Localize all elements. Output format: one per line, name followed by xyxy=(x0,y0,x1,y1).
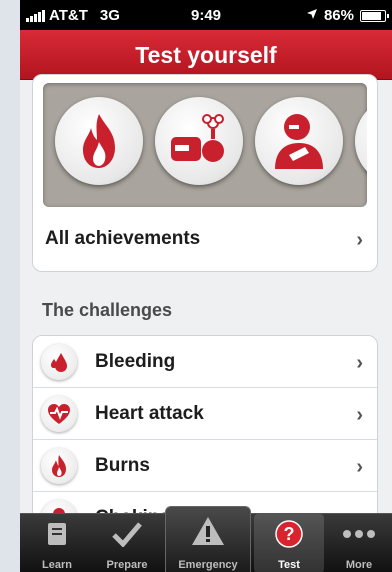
location-arrow-icon xyxy=(306,7,318,24)
challenge-label: Burns xyxy=(95,454,150,476)
challenge-label: Bleeding xyxy=(95,350,176,372)
nav-bar: Test yourself xyxy=(20,30,392,80)
tab-label: Learn xyxy=(42,559,72,571)
achievements-card: All achievements › xyxy=(32,74,378,272)
challenge-row-heart-attack[interactable]: Heart attack › xyxy=(33,388,377,440)
chevron-right-icon: › xyxy=(356,404,363,426)
chevron-right-icon: › xyxy=(356,229,363,251)
all-achievements-row[interactable]: All achievements › xyxy=(33,213,377,265)
tab-emergency[interactable]: Emergency xyxy=(165,506,251,572)
battery-icon xyxy=(360,9,389,22)
tab-bar: Learn Prepare Emergency ? Test More xyxy=(20,506,392,572)
fire-badge-icon[interactable] xyxy=(55,97,143,185)
challenge-row-bleeding[interactable]: Bleeding › xyxy=(33,336,377,388)
tab-label: Prepare xyxy=(106,559,148,571)
svg-text:?: ? xyxy=(284,524,295,544)
blood-drop-icon xyxy=(41,344,77,380)
all-achievements-label: All achievements xyxy=(45,228,201,249)
challenges-list: Bleeding › Heart attack › Burns › xyxy=(32,335,378,525)
gas-bottle-badge-icon[interactable] xyxy=(155,97,243,185)
phone-screen: AT&T 3G 9:49 86% Test yourself All achie… xyxy=(20,0,392,572)
tab-prepare[interactable]: Prepare xyxy=(92,514,162,572)
check-icon xyxy=(92,514,162,554)
warning-icon xyxy=(166,507,250,555)
status-right: 86% xyxy=(306,7,389,24)
partial-badge-icon[interactable] xyxy=(355,97,367,185)
content-area[interactable]: All achievements › The challenges Bleedi… xyxy=(20,74,392,525)
choking-badge-icon[interactable] xyxy=(255,97,343,185)
book-icon xyxy=(22,514,92,554)
tab-label: Test xyxy=(278,559,300,571)
flame-icon xyxy=(41,448,77,484)
page-title: Test yourself xyxy=(135,42,277,68)
tab-test[interactable]: ? Test xyxy=(254,514,324,572)
chevron-right-icon: › xyxy=(356,352,363,374)
tab-learn[interactable]: Learn xyxy=(22,514,92,572)
tab-label: Emergency xyxy=(178,559,238,571)
tab-more[interactable]: More xyxy=(324,514,392,572)
tab-label: More xyxy=(345,559,373,571)
challenge-label: Heart attack xyxy=(95,402,204,424)
challenges-section-title: The challenges xyxy=(42,300,173,320)
question-icon: ? xyxy=(254,514,324,554)
status-bar: AT&T 3G 9:49 86% xyxy=(20,0,392,30)
heart-icon xyxy=(41,396,77,432)
battery-percent: 86% xyxy=(323,7,354,24)
challenge-row-burns[interactable]: Burns › xyxy=(33,440,377,492)
more-dots-icon xyxy=(324,514,392,554)
achievement-badges-strip[interactable] xyxy=(43,83,367,207)
chevron-right-icon: › xyxy=(356,456,363,478)
